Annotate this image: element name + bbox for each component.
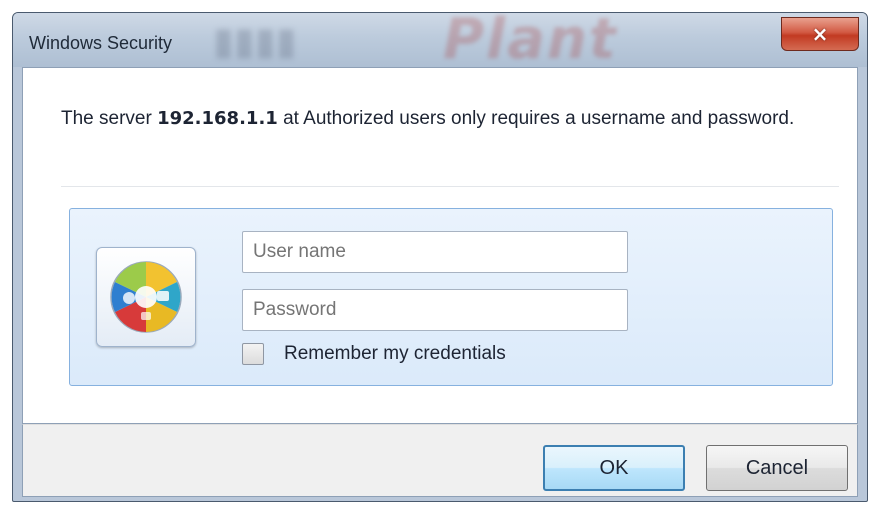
remember-checkbox[interactable] (242, 343, 264, 365)
message-prefix: The server (61, 108, 158, 129)
credential-icon (96, 247, 196, 347)
remember-label[interactable]: Remember my credentials (284, 343, 506, 365)
background-window-text: Plant (443, 13, 618, 67)
credential-panel: Remember my credentials (69, 208, 833, 386)
close-button[interactable]: × (781, 17, 859, 51)
button-bar: OK Cancel (22, 424, 858, 497)
title-bar[interactable]: ▮▮▮▮ Plant Windows Security × (13, 13, 867, 67)
server-address: 192.168.1.1 (157, 108, 278, 129)
auth-message: The server 192.168.1.1 at Authorized use… (61, 104, 821, 134)
remember-credentials[interactable]: Remember my credentials (242, 343, 506, 365)
password-field[interactable] (242, 289, 628, 331)
separator (61, 186, 839, 187)
security-dialog: ▮▮▮▮ Plant Windows Security × The server… (12, 12, 868, 502)
background-window-blur: ▮▮▮▮ (213, 19, 297, 63)
ok-button[interactable]: OK (543, 445, 685, 491)
window-title: Windows Security (29, 33, 173, 53)
username-field[interactable] (242, 231, 628, 273)
close-icon: × (811, 22, 829, 46)
cancel-button[interactable]: Cancel (706, 445, 848, 491)
message-suffix: at Authorized users only requires a user… (277, 108, 795, 129)
dialog-body: The server 192.168.1.1 at Authorized use… (22, 67, 858, 424)
